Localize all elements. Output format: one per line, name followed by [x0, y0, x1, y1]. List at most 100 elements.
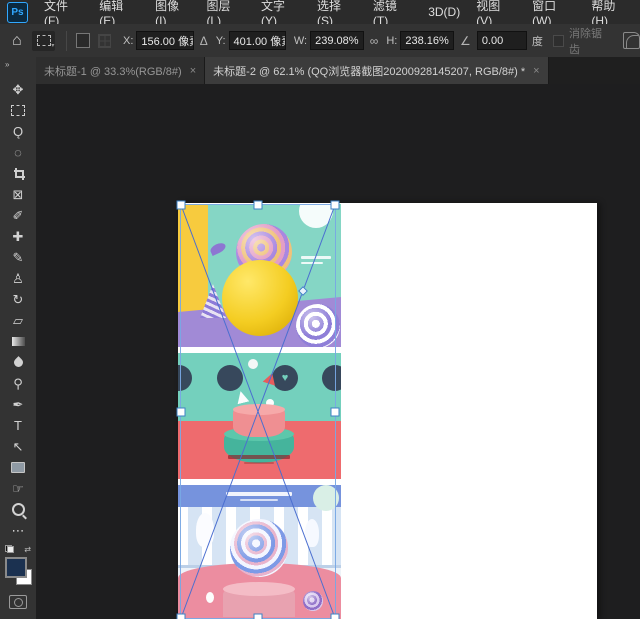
tab-bar-empty	[549, 57, 640, 84]
x-label: X:	[123, 35, 133, 47]
menu-view[interactable]: 视图(V)	[468, 0, 524, 24]
menu-edit[interactable]: 编辑(E)	[91, 0, 147, 24]
menu-3d[interactable]: 3D(D)	[420, 0, 468, 24]
menu-help[interactable]: 帮助(H)	[583, 0, 640, 24]
quick-mask-icon[interactable]	[9, 595, 27, 609]
edit-toolbar-button[interactable]: ⋯	[4, 520, 32, 541]
h-label: H:	[386, 35, 397, 47]
eyedropper-tool[interactable]: ✐	[4, 205, 32, 226]
lasso-icon: Ǫ	[13, 125, 23, 138]
blur-tool[interactable]	[4, 352, 32, 373]
transform-handle-bottom-center[interactable]	[254, 614, 263, 619]
eraser-icon: ▱	[13, 314, 23, 327]
menu-layer[interactable]: 图层(L)	[198, 0, 253, 24]
quick-selection-icon: ◌	[14, 146, 22, 159]
frame-icon: ⊠	[13, 188, 24, 201]
blur-drop-icon	[12, 356, 25, 369]
gradient-tool[interactable]	[4, 331, 32, 352]
angle-unit-label: 度	[532, 33, 543, 49]
tab-untitled-1[interactable]: 未标题-1 @ 33.3%(RGB/8#) ×	[36, 57, 205, 84]
type-tool[interactable]: T	[4, 415, 32, 436]
color-mini-controls: ⇄	[5, 545, 31, 554]
menu-image[interactable]: 图像(I)	[147, 0, 198, 24]
reference-point-grid-icon[interactable]	[98, 34, 111, 48]
gradient-icon	[12, 337, 25, 346]
w-label: W:	[294, 35, 307, 47]
home-icon[interactable]: ⌂	[12, 32, 22, 50]
hand-tool[interactable]: ☞	[4, 478, 32, 499]
document-tab-bar: 未标题-1 @ 33.3%(RGB/8#) × 未标题-2 @ 62.1% (Q…	[36, 57, 640, 84]
brush-tool[interactable]: ✎	[4, 247, 32, 268]
chevron-down-icon: ▾	[51, 42, 54, 49]
transform-tool-icon[interactable]: ▾	[32, 31, 56, 51]
marquee-tool[interactable]	[4, 100, 32, 121]
transform-handle-bottom-right[interactable]	[331, 614, 340, 619]
eraser-tool[interactable]: ▱	[4, 310, 32, 331]
healing-brush-tool[interactable]: ✚	[4, 226, 32, 247]
relative-position-icon[interactable]: Δ	[200, 34, 208, 48]
foreground-color-swatch[interactable]	[5, 557, 27, 578]
pen-tool[interactable]: ✒	[4, 394, 32, 415]
menu-type[interactable]: 文字(Y)	[253, 0, 309, 24]
y-input[interactable]: 401.00 像素	[229, 31, 286, 50]
type-icon: T	[14, 419, 22, 432]
zoom-icon	[12, 503, 25, 516]
dodge-tool[interactable]: ⚲	[4, 373, 32, 394]
ellipsis-icon: ⋯	[12, 524, 25, 537]
transform-handle-top-left[interactable]	[177, 201, 186, 210]
transform-handle-mid-left[interactable]	[177, 407, 186, 416]
path-select-icon: ↖	[13, 440, 24, 453]
y-label: Y:	[216, 35, 226, 47]
pen-icon: ✒	[13, 398, 24, 411]
clone-stamp-icon: ♙	[12, 272, 24, 285]
separator	[66, 31, 67, 51]
link-dimensions-icon[interactable]: ∞	[370, 34, 379, 48]
tool-panel: » ✥ Ǫ ◌ ⊠ ✐ ✚ ✎ ♙ ↻ ▱ ⚲ ✒ T ↖ ☞ ⋯	[0, 57, 37, 619]
frame-tool[interactable]: ⊠	[4, 184, 32, 205]
photoshop-window: Ps 文件(F) 编辑(E) 图像(I) 图层(L) 文字(Y) 选择(S) 滤…	[0, 0, 640, 619]
lasso-tool[interactable]: Ǫ	[4, 121, 32, 142]
width-input[interactable]: 239.08%	[310, 31, 364, 50]
quick-selection-tool[interactable]: ◌	[4, 142, 32, 163]
zoom-tool[interactable]	[4, 499, 32, 520]
transform-handle-top-right[interactable]	[331, 201, 340, 210]
crop-tool[interactable]	[4, 163, 32, 184]
menu-file[interactable]: 文件(F)	[36, 0, 91, 24]
history-brush-tool[interactable]: ↻	[4, 289, 32, 310]
move-tool[interactable]: ✥	[4, 79, 32, 100]
free-transform-box[interactable]	[180, 204, 336, 619]
history-brush-icon: ↻	[13, 293, 24, 306]
dodge-icon: ⚲	[13, 377, 23, 390]
shape-tool[interactable]	[4, 457, 32, 478]
reference-point-toggle[interactable]	[76, 33, 90, 48]
close-icon[interactable]: ×	[533, 65, 539, 77]
menu-select[interactable]: 选择(S)	[309, 0, 365, 24]
clone-stamp-tool[interactable]: ♙	[4, 268, 32, 289]
angle-input[interactable]: 0.00	[477, 31, 527, 50]
ps-logo-icon: Ps	[7, 2, 28, 23]
menu-window[interactable]: 窗口(W)	[524, 0, 583, 24]
transform-guides	[181, 205, 335, 618]
marquee-icon	[11, 105, 25, 116]
transform-handle-bottom-left[interactable]	[177, 614, 186, 619]
x-input[interactable]: 156.00 像素	[136, 31, 193, 50]
brush-icon: ✎	[13, 251, 24, 264]
warp-mode-icon[interactable]	[623, 32, 640, 49]
move-icon: ✥	[13, 83, 24, 96]
hand-icon: ☞	[12, 482, 24, 495]
default-colors-icon[interactable]	[5, 545, 14, 553]
menu-filter[interactable]: 滤镜(T)	[365, 0, 420, 24]
crop-icon	[13, 168, 24, 179]
options-bar: ⌂ ▾ X: 156.00 像素 Δ Y: 401.00 像素 W: 239.0…	[0, 24, 640, 58]
tab-untitled-2[interactable]: 未标题-2 @ 62.1% (QQ浏览器截图20200928145207, RG…	[205, 57, 548, 84]
path-select-tool[interactable]: ↖	[4, 436, 32, 457]
canvas-area[interactable]: ♥	[36, 84, 640, 619]
menu-bar: Ps 文件(F) 编辑(E) 图像(I) 图层(L) 文字(Y) 选择(S) 滤…	[0, 0, 640, 24]
close-icon[interactable]: ×	[190, 65, 196, 77]
collapse-panel-icon[interactable]: »	[0, 57, 36, 73]
swap-colors-icon[interactable]: ⇄	[24, 545, 31, 554]
transform-handle-top-center[interactable]	[254, 201, 263, 210]
height-input[interactable]: 238.16%	[400, 31, 454, 50]
anti-alias-checkbox[interactable]	[553, 35, 564, 47]
transform-handle-mid-right[interactable]	[331, 407, 340, 416]
